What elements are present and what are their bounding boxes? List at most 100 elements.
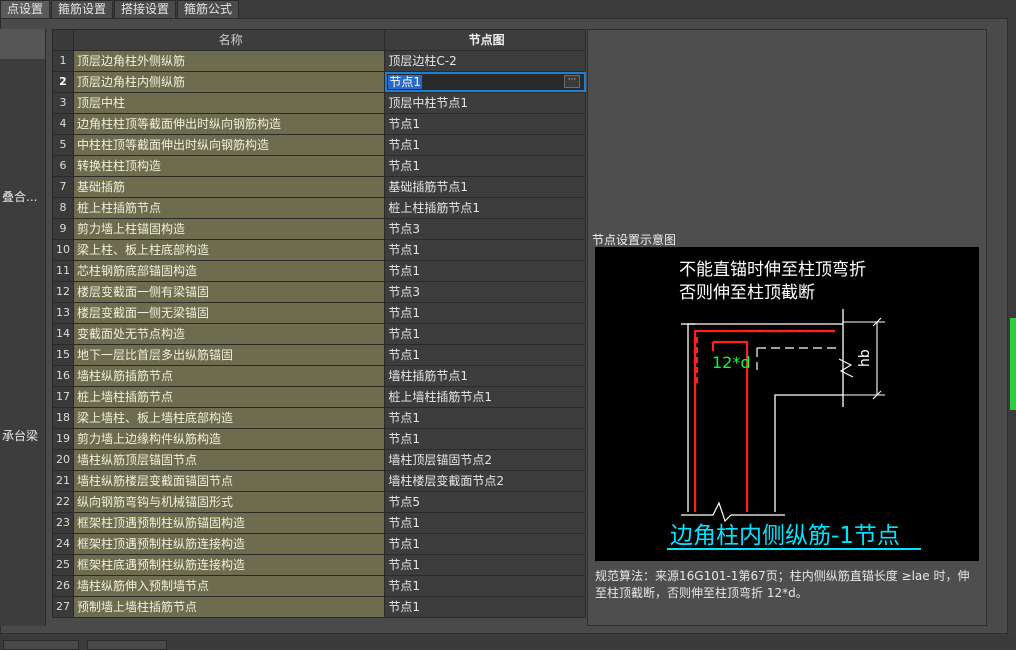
row-node-select[interactable]: 顶层中柱节点1 <box>385 93 586 113</box>
table-row[interactable]: 22 纵向钢筋弯钩与机械锚固形式 节点5 <box>53 492 586 513</box>
bottom-button-1[interactable] <box>3 640 79 650</box>
tab-stirrup-settings[interactable]: 箍筋设置 <box>51 0 114 18</box>
table-row[interactable]: 14 变截面处无节点构造 节点1 <box>53 324 586 345</box>
row-node-select[interactable]: 节点1 <box>385 555 586 575</box>
bottom-button-2[interactable] <box>87 640 167 650</box>
row-number: 14 <box>53 324 74 344</box>
row-name: 桩上柱插筋节点 <box>73 198 386 218</box>
component-item-cap-beam[interactable]: 承台梁 <box>2 427 38 444</box>
row-number: 10 <box>53 240 74 260</box>
header-name[interactable]: 名称 <box>73 30 386 50</box>
component-item-composite[interactable]: 叠合... <box>2 188 37 205</box>
row-number: 4 <box>53 114 74 134</box>
table-row[interactable]: 15 地下一层比首层多出纵筋锚固 节点1 <box>53 345 586 366</box>
row-node-select[interactable]: 墙柱插筋节点1 <box>385 366 586 386</box>
table-row[interactable]: 16 墙柱纵筋插筋节点 墙柱插筋节点1 <box>53 366 586 387</box>
row-number: 26 <box>53 576 74 596</box>
row-node-select[interactable]: 节点1 <box>385 576 586 596</box>
component-list-panel <box>0 29 46 626</box>
row-name: 顶层边角柱外侧纵筋 <box>73 51 386 71</box>
table-row[interactable]: 20 墙柱纵筋顶层锚固节点 墙柱顶层锚固节点2 <box>53 450 586 471</box>
row-node-select[interactable]: 节点1 ··· <box>385 72 586 92</box>
table-row[interactable]: 7 基础插筋 基础插筋节点1 <box>53 177 586 198</box>
row-node-select[interactable]: 节点1 <box>385 114 586 134</box>
row-node-select[interactable]: 节点1 <box>385 513 586 533</box>
row-node-select[interactable]: 桩上墙柱插筋节点1 <box>385 387 586 407</box>
row-node-select[interactable]: 节点1 <box>385 534 586 554</box>
row-name: 桩上墙柱插筋节点 <box>73 387 386 407</box>
node-diagram: 不能直锚时伸至柱顶弯折 否则伸至柱顶截断 12*d hb 边角柱内侧纵筋-1节点 <box>595 247 979 561</box>
row-node-select[interactable]: 墙柱楼层变截面节点2 <box>385 471 586 491</box>
table-row[interactable]: 17 桩上墙柱插筋节点 桩上墙柱插筋节点1 <box>53 387 586 408</box>
row-name: 楼层变截面一侧无梁锚固 <box>73 303 386 323</box>
row-node-select[interactable]: 基础插筋节点1 <box>385 177 586 197</box>
tab-lap-settings[interactable]: 搭接设置 <box>114 0 177 18</box>
row-number: 19 <box>53 429 74 449</box>
label-12d: 12*d <box>712 353 751 372</box>
row-node-select[interactable]: 节点1 <box>385 261 586 281</box>
table-row[interactable]: 3 顶层中柱 顶层中柱节点1 <box>53 93 586 114</box>
table-row[interactable]: 5 中柱柱顶等截面伸出时纵向钢筋构造 节点1 <box>53 135 586 156</box>
row-node-select[interactable]: 节点1 <box>385 345 586 365</box>
table-row[interactable]: 21 墙柱纵筋楼层变截面锚固节点 墙柱楼层变截面节点2 <box>53 471 586 492</box>
row-node-select[interactable]: 节点1 <box>385 135 586 155</box>
row-node-select[interactable]: 桩上柱插筋节点1 <box>385 198 586 218</box>
table-row[interactable]: 8 桩上柱插筋节点 桩上柱插筋节点1 <box>53 198 586 219</box>
row-node-select[interactable]: 节点3 <box>385 219 586 239</box>
beam-dashed-lines <box>756 347 841 370</box>
row-name: 墙柱纵筋顶层锚固节点 <box>73 450 386 470</box>
row-name: 顶层中柱 <box>73 93 386 113</box>
row-name: 剪力墙上边缘构件纵筋构造 <box>73 429 386 449</box>
row-node-select[interactable]: 墙柱顶层锚固节点2 <box>385 450 586 470</box>
row-number: 8 <box>53 198 74 218</box>
table-row[interactable]: 9 剪力墙上柱锚固构造 节点3 <box>53 219 586 240</box>
row-node-select[interactable]: 节点3 <box>385 282 586 302</box>
row-number: 12 <box>53 282 74 302</box>
table-row[interactable]: 11 芯柱钢筋底部锚固构造 节点1 <box>53 261 586 282</box>
side-scroll-indicator[interactable] <box>1010 318 1016 410</box>
table-row[interactable]: 4 边角柱柱顶等截面伸出时纵向钢筋构造 节点1 <box>53 114 586 135</box>
row-name: 墙柱纵筋插筋节点 <box>73 366 386 386</box>
table-row[interactable]: 25 框架柱底遇预制柱纵筋连接构造 节点1 <box>53 555 586 576</box>
row-name: 地下一层比首层多出纵筋锚固 <box>73 345 386 365</box>
row-name: 芯柱钢筋底部锚固构造 <box>73 261 386 281</box>
table-row[interactable]: 2 顶层边角柱内侧纵筋 节点1 ··· <box>53 72 586 93</box>
row-number: 5 <box>53 135 74 155</box>
table-row[interactable]: 10 梁上柱、板上柱底部构造 节点1 <box>53 240 586 261</box>
row-node-select[interactable]: 节点1 <box>385 156 586 176</box>
header-node[interactable]: 节点图 <box>385 30 586 50</box>
row-node-select[interactable]: 节点1 <box>385 429 586 449</box>
row-node-select[interactable]: 顶层边柱C-2 <box>385 51 586 71</box>
row-node-select[interactable]: 节点1 <box>385 408 586 428</box>
table-row[interactable]: 13 楼层变截面一侧无梁锚固 节点1 <box>53 303 586 324</box>
row-number: 21 <box>53 471 74 491</box>
row-node-select[interactable]: 节点1 <box>385 324 586 344</box>
row-number: 11 <box>53 261 74 281</box>
row-name: 框架柱顶遇预制柱纵筋连接构造 <box>73 534 386 554</box>
row-node-select[interactable]: 节点5 <box>385 492 586 512</box>
row-node-edit-value[interactable]: 节点1 <box>388 75 423 89</box>
row-number: 23 <box>53 513 74 533</box>
table-row[interactable]: 26 墙柱纵筋伸入预制墙节点 节点1 <box>53 576 586 597</box>
tab-stirrup-formula[interactable]: 箍筋公式 <box>177 0 240 18</box>
ellipsis-button[interactable]: ··· <box>564 75 580 88</box>
row-name: 中柱柱顶等截面伸出时纵向钢筋构造 <box>73 135 386 155</box>
row-node-select[interactable]: 节点1 <box>385 240 586 260</box>
row-number: 6 <box>53 156 74 176</box>
break-line <box>681 501 785 523</box>
diagram-line2: 否则伸至柱顶截断 <box>679 283 815 303</box>
table-row[interactable]: 27 预制墙上墙柱插筋节点 节点1 <box>53 597 586 618</box>
row-node-select[interactable]: 节点1 <box>385 597 586 617</box>
row-node-select[interactable]: 节点1 <box>385 303 586 323</box>
row-name: 墙柱纵筋伸入预制墙节点 <box>73 576 386 596</box>
tab-node-settings[interactable]: 点设置 <box>0 0 51 18</box>
table-header-row: 名称 节点图 <box>53 30 586 51</box>
table-row[interactable]: 18 梁上墙柱、板上墙柱底部构造 节点1 <box>53 408 586 429</box>
table-row[interactable]: 23 框架柱顶遇预制柱纵筋锚固构造 节点1 <box>53 513 586 534</box>
table-row[interactable]: 19 剪力墙上边缘构件纵筋构造 节点1 <box>53 429 586 450</box>
table-row[interactable]: 6 转换柱柱顶构造 节点1 <box>53 156 586 177</box>
table-row[interactable]: 12 楼层变截面一侧有梁锚固 节点3 <box>53 282 586 303</box>
table-row[interactable]: 1 顶层边角柱外侧纵筋 顶层边柱C-2 <box>53 51 586 72</box>
node-diagram-svg: 不能直锚时伸至柱顶弯折 否则伸至柱顶截断 12*d hb 边角柱内侧纵筋-1节点 <box>667 260 921 550</box>
table-row[interactable]: 24 框架柱顶遇预制柱纵筋连接构造 节点1 <box>53 534 586 555</box>
